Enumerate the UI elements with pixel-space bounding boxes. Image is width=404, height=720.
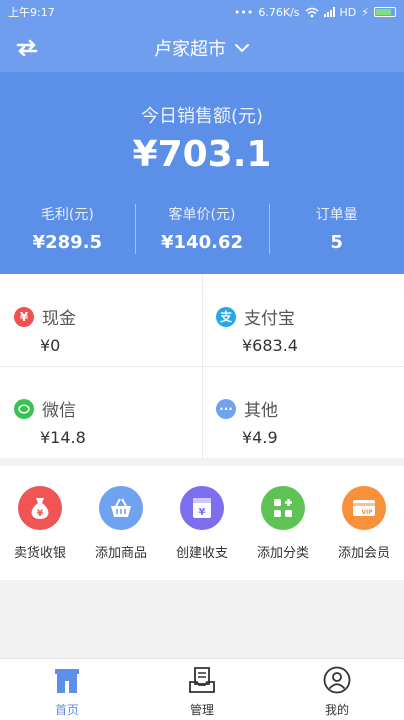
category-icon bbox=[261, 486, 305, 530]
store-name: 卢家超市 bbox=[154, 39, 226, 60]
bottom-tab-bar: 首页 管理 我的 bbox=[0, 658, 404, 720]
metric-value: 5 bbox=[330, 232, 343, 253]
payment-value: ¥683.4 bbox=[242, 336, 298, 355]
payment-wechat[interactable]: 微信 ¥14.8 bbox=[0, 366, 202, 458]
network-type: HD bbox=[339, 5, 357, 19]
payment-cash[interactable]: ¥ 现金 ¥0 bbox=[0, 274, 202, 366]
metric-order-count: 订单量 5 bbox=[269, 204, 404, 256]
ledger-icon: ¥ bbox=[180, 486, 224, 530]
status-time: 上午9:17 bbox=[8, 6, 55, 19]
tab-label: 管理 bbox=[189, 703, 214, 717]
status-bar: 上午9:17 ••• 6.76K/s HD ⚡ bbox=[0, 0, 404, 24]
payment-label: 微信 bbox=[42, 401, 76, 421]
alipay-icon: 支 bbox=[216, 306, 236, 327]
more-icon: ··· bbox=[216, 398, 236, 419]
wechat-icon bbox=[14, 398, 34, 419]
svg-text:VIP: VIP bbox=[361, 509, 373, 516]
tab-home[interactable]: 首页 bbox=[27, 665, 107, 718]
payment-label: 其他 bbox=[244, 401, 278, 421]
action-checkout[interactable]: ¥ 卖货收银 bbox=[0, 486, 80, 561]
payment-other[interactable]: ··· 其他 ¥4.9 bbox=[202, 366, 404, 458]
action-label: 创建收支 bbox=[175, 546, 228, 561]
vip-card-icon: VIP bbox=[342, 486, 386, 530]
payment-alipay[interactable]: 支 支付宝 ¥683.4 bbox=[202, 274, 404, 366]
action-label: 添加分类 bbox=[256, 546, 309, 561]
payment-value: ¥14.8 bbox=[40, 428, 86, 447]
action-label: 卖货收银 bbox=[13, 546, 66, 561]
action-label: 添加会员 bbox=[337, 546, 390, 561]
money-bag-icon: ¥ bbox=[18, 486, 62, 530]
profile-icon bbox=[323, 666, 351, 694]
sales-metrics: 毛利(元) ¥289.5 客单价(元) ¥140.62 订单量 5 bbox=[0, 204, 404, 256]
tab-profile[interactable]: 我的 bbox=[297, 665, 377, 718]
action-create-ledger[interactable]: ¥ 创建收支 bbox=[162, 486, 242, 561]
payment-breakdown: ¥ 现金 ¥0 支 支付宝 ¥683.4 微信 ¥14.8 ··· 其他 ¥4.… bbox=[0, 274, 404, 458]
metric-label: 订单量 bbox=[315, 207, 358, 223]
signal-icon bbox=[323, 7, 335, 17]
metric-label: 毛利(元) bbox=[40, 207, 94, 223]
battery-icon bbox=[374, 7, 396, 17]
metric-value: ¥289.5 bbox=[32, 232, 103, 253]
payment-value: ¥0 bbox=[40, 336, 61, 355]
sales-title: 今日销售额(元) bbox=[140, 106, 264, 127]
yen-icon: ¥ bbox=[14, 306, 34, 327]
sales-summary: 今日销售额(元) ¥703.1 毛利(元) ¥289.5 客单价(元) ¥140… bbox=[0, 72, 404, 274]
tab-label: 首页 bbox=[54, 703, 79, 717]
tab-label: 我的 bbox=[324, 703, 349, 717]
metric-avg-order: 客单价(元) ¥140.62 bbox=[134, 204, 270, 256]
sales-total: ¥703.1 bbox=[132, 134, 272, 175]
action-add-member[interactable]: VIP 添加会员 bbox=[324, 486, 404, 561]
manage-icon bbox=[189, 667, 215, 693]
home-icon bbox=[55, 669, 79, 693]
svg-text:¥: ¥ bbox=[37, 509, 44, 519]
tab-manage[interactable]: 管理 bbox=[162, 665, 242, 718]
payment-value: ¥4.9 bbox=[242, 428, 278, 447]
status-indicators: ••• 6.76K/s HD ⚡ bbox=[234, 6, 396, 19]
app-header: 卢家超市 bbox=[0, 24, 404, 72]
metric-value: ¥140.62 bbox=[161, 232, 243, 253]
action-add-category[interactable]: 添加分类 bbox=[243, 486, 323, 561]
metric-gross-profit: 毛利(元) ¥289.5 bbox=[0, 204, 135, 256]
dots-icon: ••• bbox=[233, 5, 254, 19]
wifi-icon bbox=[305, 7, 318, 17]
basket-icon bbox=[99, 486, 143, 530]
chevron-down-icon bbox=[235, 44, 249, 53]
metric-label: 客单价(元) bbox=[168, 207, 236, 223]
action-add-product[interactable]: 添加商品 bbox=[81, 486, 161, 561]
action-label: 添加商品 bbox=[94, 546, 147, 561]
network-speed: 6.76K/s bbox=[258, 5, 300, 19]
svg-text:¥: ¥ bbox=[199, 507, 206, 518]
charging-icon: ⚡ bbox=[361, 5, 369, 19]
payment-label: 现金 bbox=[42, 309, 76, 329]
store-selector[interactable]: 卢家超市 bbox=[0, 24, 404, 72]
quick-actions: ¥ 卖货收银 添加商品 ¥ 创建收支 添加分类 VIP 添加会员 bbox=[0, 466, 404, 580]
payment-label: 支付宝 bbox=[244, 309, 295, 329]
